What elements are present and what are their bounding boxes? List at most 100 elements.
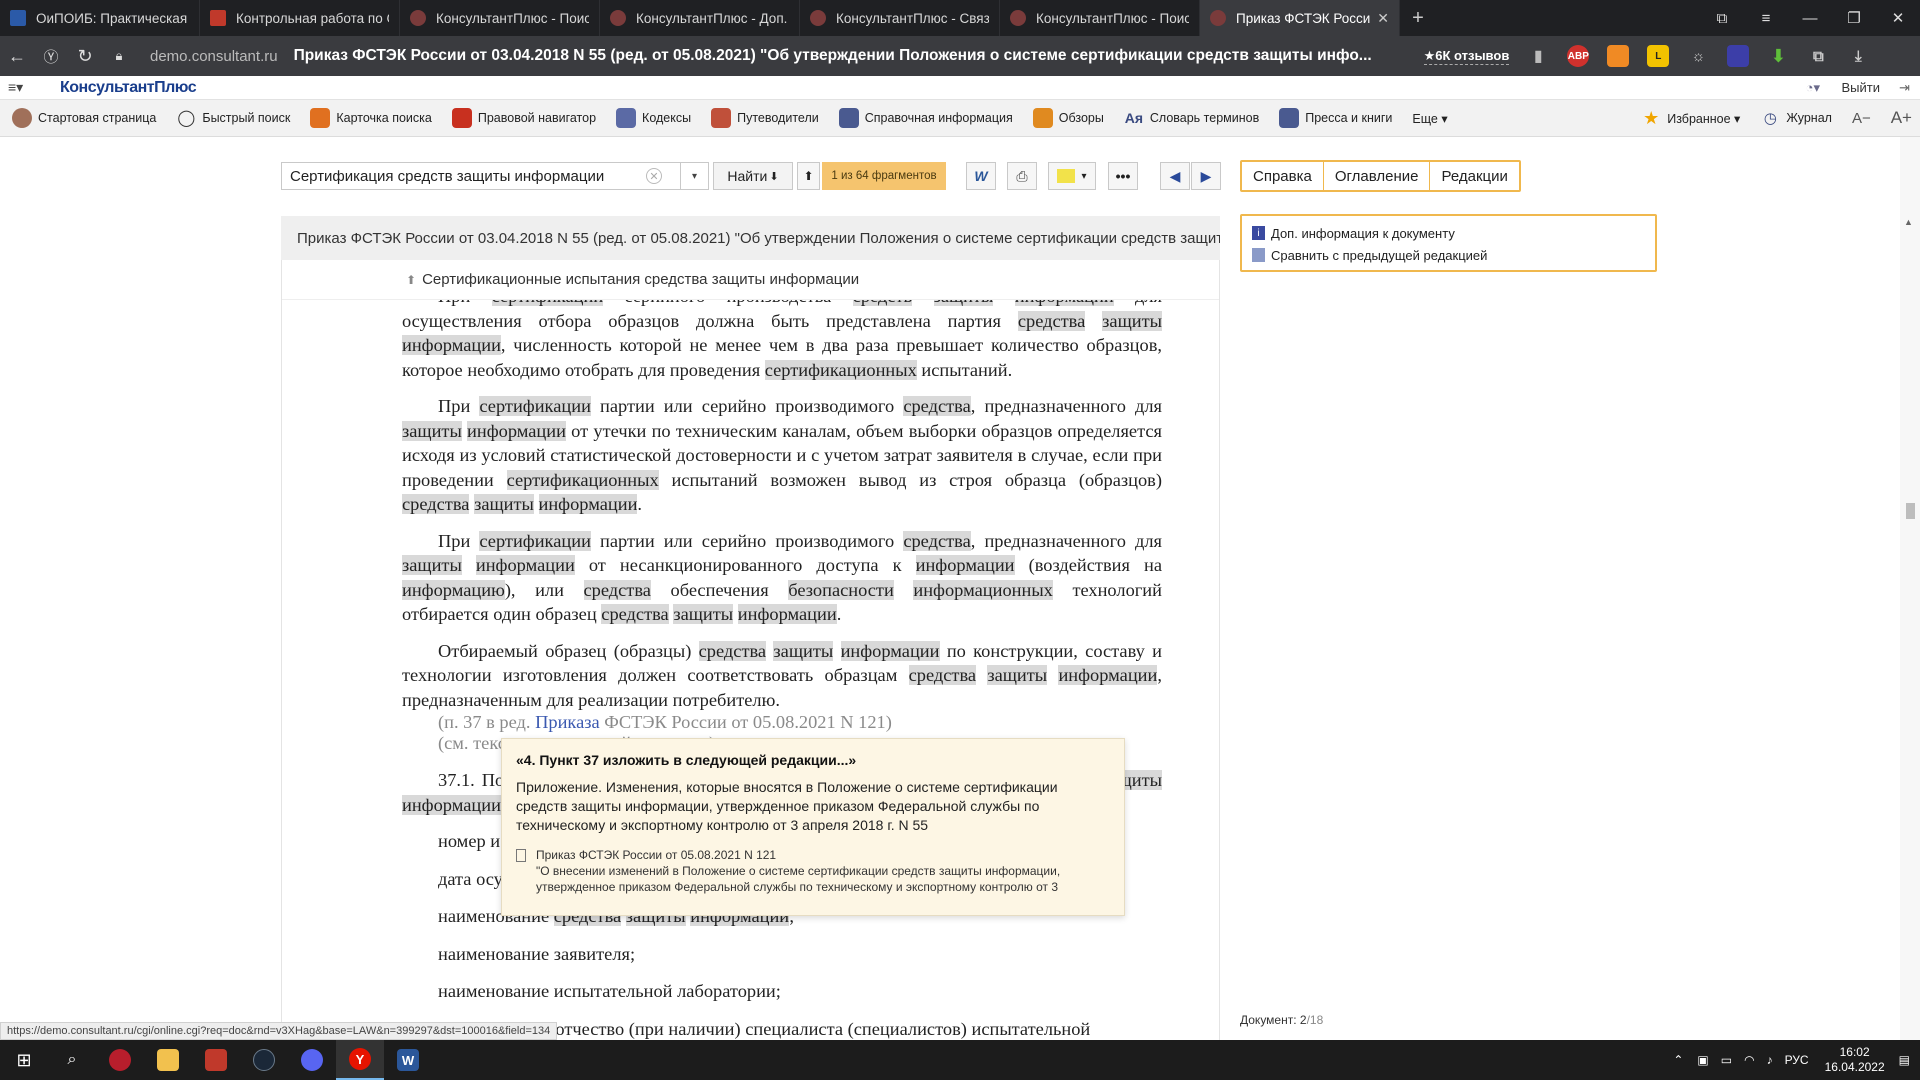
restore-icon[interactable]: ❐ xyxy=(1832,0,1876,36)
section-link[interactable]: ⬆ Сертификационные испытания средства защ… xyxy=(282,260,1219,300)
toolbar-quick-search[interactable]: ◯ Быстрый поиск xyxy=(176,108,290,128)
browser-tab[interactable]: КонсультантПлюс - Поис xyxy=(400,0,600,36)
toolbar-journal[interactable]: ◷ Журнал xyxy=(1760,108,1832,128)
toolbar-reference[interactable]: Справочная информация xyxy=(838,108,1013,128)
clock[interactable]: 16:02 16.04.2022 xyxy=(1825,1045,1885,1075)
compare-link[interactable]: Сравнить с предыдущей редакцией xyxy=(1252,244,1645,266)
toolbar-guides[interactable]: Путеводители xyxy=(711,108,819,128)
browser-tab-active[interactable]: Приказ ФСТЭК России ✕ xyxy=(1200,0,1400,36)
yandex-browser-icon[interactable]: Y xyxy=(336,1040,384,1080)
tooltip-reference[interactable]: Приказ ФСТЭК России от 05.08.2021 N 121 … xyxy=(516,847,1110,895)
bookmarks-icon[interactable]: ⧉ xyxy=(1700,0,1744,36)
back-icon[interactable]: ← xyxy=(0,46,34,67)
toolbar-start-page[interactable]: Стартовая страница xyxy=(12,108,156,128)
adblock-icon[interactable]: ABP xyxy=(1567,45,1590,67)
downloads-icon[interactable]: ⤓ xyxy=(1847,45,1869,67)
extensions-icon[interactable]: ⧉ xyxy=(1807,45,1829,67)
magnifier-icon: ◯ xyxy=(177,110,196,127)
exit-icon[interactable]: ⇥ xyxy=(1899,80,1910,96)
document-search-field[interactable]: ✕ ▾ xyxy=(281,162,709,190)
reviews-badge[interactable]: ★6К отзывов xyxy=(1423,48,1510,65)
explorer-icon[interactable] xyxy=(144,1040,192,1080)
extension-icon[interactable]: L xyxy=(1647,45,1670,67)
main-toolbar: Стартовая страница ◯ Быстрый поиск Карточ… xyxy=(0,100,1920,137)
next-arrow-icon[interactable]: ▶ xyxy=(1191,162,1221,190)
browser-tab[interactable]: КонсультантПлюс - Связ xyxy=(800,0,1000,36)
clear-search-icon[interactable]: ✕ xyxy=(646,168,662,184)
tray-arrow-icon[interactable]: ⌃ xyxy=(1673,1053,1683,1067)
extra-info-link[interactable]: i Доп. информация к документу xyxy=(1252,222,1645,244)
lock-icon[interactable]: 🔒︎ xyxy=(102,48,136,64)
print-icon[interactable]: ⎙ xyxy=(1007,162,1037,190)
app-icon[interactable] xyxy=(192,1040,240,1080)
toolbar-press[interactable]: Пресса и книги xyxy=(1279,108,1392,128)
reload-icon[interactable]: ↻ xyxy=(68,46,102,67)
discord-icon[interactable] xyxy=(288,1040,336,1080)
word-icon[interactable]: W xyxy=(384,1040,432,1080)
font-increase-button[interactable]: A+ xyxy=(1891,108,1912,128)
tab-reference[interactable]: Справка xyxy=(1242,162,1324,190)
yandex-icon[interactable]: Ⓨ xyxy=(34,46,68,67)
language-indicator[interactable]: РУС xyxy=(1785,1053,1809,1067)
steam-icon[interactable] xyxy=(240,1040,288,1080)
find-button[interactable]: Найти ⬇ xyxy=(713,162,793,190)
close-window-icon[interactable]: ✕ xyxy=(1876,0,1920,36)
taskbar: ⊞ ⌕ Y W ⌃ ▣ ▭ ◠ ♪ РУС 16:02 16.04.2022 ▤ xyxy=(0,1040,1920,1080)
minimize-icon[interactable]: — xyxy=(1788,0,1832,36)
browser-tab[interactable]: КонсультантПлюс - Доп. и xyxy=(600,0,800,36)
document-text: При сертификации серийного производства … xyxy=(402,284,1162,1040)
scroll-thumb[interactable] xyxy=(1906,503,1915,519)
toolbar-codes[interactable]: Кодексы xyxy=(616,108,691,128)
toolbar-favorites[interactable]: ★ Избранное ▾ xyxy=(1641,108,1740,128)
toolbar-more[interactable]: Еще ▾ xyxy=(1412,111,1447,126)
browser-tab-bar: ОиПОИБ: Практическая р Контрольная работ… xyxy=(0,0,1920,36)
tab-favicon-icon xyxy=(1210,10,1226,26)
notifications-icon[interactable]: ▤ xyxy=(1899,1053,1910,1067)
toolbar-reviews[interactable]: Обзоры xyxy=(1032,108,1104,128)
toolbar-dictionary[interactable]: Aя Словарь терминов xyxy=(1124,108,1260,128)
status-url: https://demo.consultant.ru/cgi/online.cg… xyxy=(0,1022,558,1040)
search-input[interactable] xyxy=(282,167,642,185)
amendment-tooltip[interactable]: «4. Пункт 37 изложить в следующей редакц… xyxy=(501,738,1125,916)
browser-tab[interactable]: КонсультантПлюс - Поис xyxy=(1000,0,1200,36)
tab-editions[interactable]: Редакции xyxy=(1430,162,1519,190)
menu-icon[interactable]: ≡ xyxy=(1744,0,1788,36)
app-icon[interactable] xyxy=(96,1040,144,1080)
font-decrease-button[interactable]: A− xyxy=(1852,110,1871,127)
tab-contents[interactable]: Оглавление xyxy=(1323,162,1431,190)
prev-arrow-icon[interactable]: ◀ xyxy=(1160,162,1190,190)
bookmark-icon[interactable]: ▮ xyxy=(1527,45,1549,67)
close-tab-icon[interactable]: ✕ xyxy=(1377,10,1389,27)
toolbar-legal-navigator[interactable]: Правовой навигатор xyxy=(451,108,596,128)
tray-app-icon[interactable]: ▣ xyxy=(1697,1053,1708,1067)
more-options-icon[interactable]: ••• xyxy=(1108,162,1138,190)
scrollbar[interactable]: ▲ xyxy=(1900,137,1920,1040)
shield-icon[interactable] xyxy=(1607,45,1630,67)
app-logo[interactable]: КонсультантПлюс xyxy=(60,79,197,97)
download-icon[interactable]: ⬇ xyxy=(1767,45,1789,67)
user-icon[interactable]: ◔▾ xyxy=(1806,80,1820,96)
tooltip-heading: «4. Пункт 37 изложить в следующей редакц… xyxy=(516,752,857,768)
search-icon[interactable]: ⌕ xyxy=(48,1040,96,1080)
new-tab-icon[interactable]: + xyxy=(1400,0,1436,36)
volume-icon[interactable]: ♪ xyxy=(1767,1053,1773,1067)
find-prev-button[interactable]: ⬆ xyxy=(797,162,820,190)
word-export-icon[interactable]: W xyxy=(966,162,996,190)
hamburger-icon[interactable]: ≡▾ xyxy=(8,79,23,96)
browser-tab[interactable]: Контрольная работа по С xyxy=(200,0,400,36)
scroll-up-icon[interactable]: ▲ xyxy=(1904,217,1913,227)
browser-tab[interactable]: ОиПОИБ: Практическая р xyxy=(0,0,200,36)
search-history-dropdown[interactable]: ▾ xyxy=(680,163,708,189)
page-title[interactable]: Приказ ФСТЭК России от 03.04.2018 N 55 (… xyxy=(294,47,1394,65)
toolbar-search-card[interactable]: Карточка поиска xyxy=(310,108,432,128)
paragraph: При сертификации партии или серийно прои… xyxy=(402,396,1162,514)
order-link[interactable]: Приказа xyxy=(535,712,600,732)
battery-icon[interactable]: ▭ xyxy=(1721,1053,1732,1067)
extension-icon[interactable] xyxy=(1727,45,1750,67)
windows-start-icon[interactable]: ⊞ xyxy=(0,1040,48,1080)
exit-button[interactable]: Выйти xyxy=(1842,80,1881,95)
bulb-icon[interactable]: ☼ xyxy=(1687,45,1709,67)
url-domain[interactable]: demo.consultant.ru xyxy=(150,48,278,65)
wifi-icon[interactable]: ◠ xyxy=(1744,1053,1754,1067)
highlight-icon[interactable]: ▾ xyxy=(1048,162,1096,190)
